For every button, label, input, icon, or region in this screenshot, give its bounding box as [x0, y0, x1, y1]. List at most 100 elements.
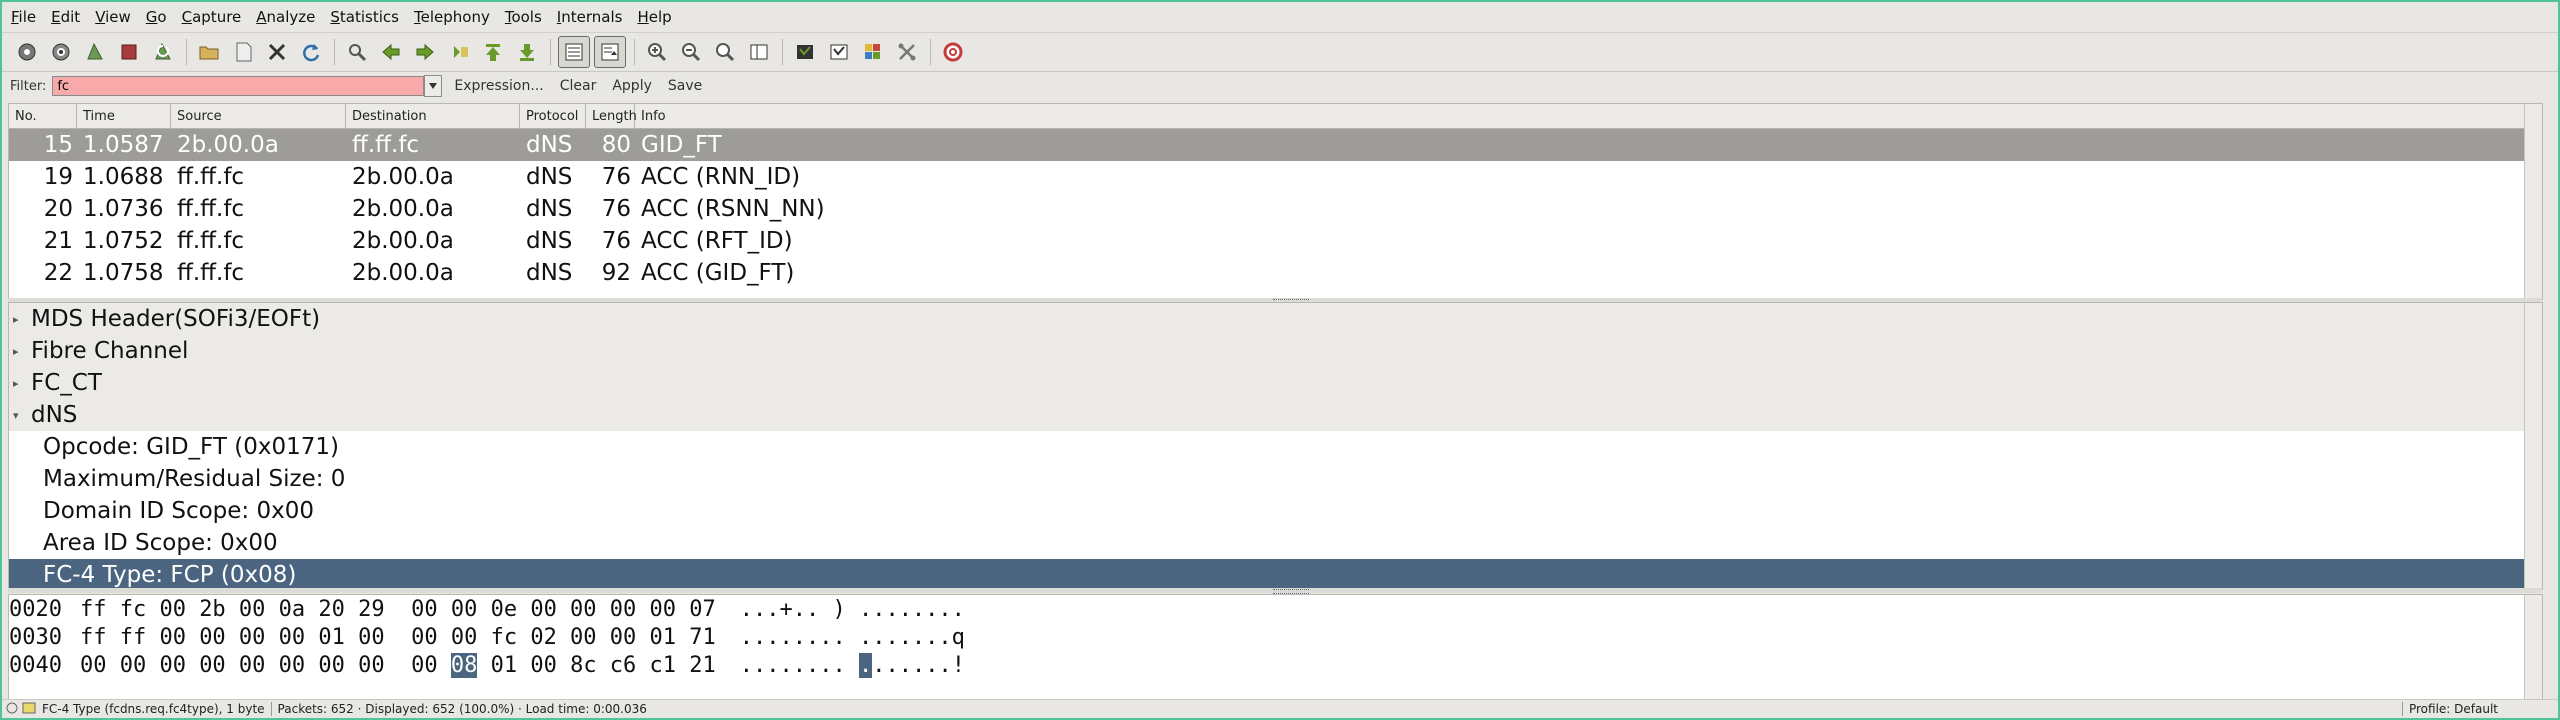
help-button[interactable] — [938, 37, 968, 67]
expression-button[interactable]: Expression... — [454, 78, 543, 94]
expert-info-icon[interactable] — [6, 702, 18, 717]
menu-view[interactable]: View — [92, 6, 134, 28]
column-header-length[interactable]: Length — [586, 104, 637, 128]
packet-row[interactable]: 15 1.0587 2b.00.0a ff.ff.fc dNS 80 GID_FT — [9, 129, 2542, 161]
hex-bytes: 00 00 00 00 00 00 00 00 00 — [79, 652, 451, 678]
tree-protocol-row[interactable]: ▾ dNS — [9, 399, 2542, 431]
save-filter-button[interactable]: Save — [668, 78, 702, 94]
tree-protocol-row[interactable]: ▸ MDS Header(SOFi3/EOFt) — [9, 303, 2542, 335]
zoom-in-icon — [648, 43, 667, 62]
find-packet-button[interactable] — [342, 37, 372, 67]
go-to-packet-button[interactable] — [444, 37, 474, 67]
restart-capture-button[interactable] — [148, 37, 178, 67]
menu-capture[interactable]: Capture — [179, 6, 245, 28]
tree-field-row[interactable]: Domain ID Scope: 0x00 — [9, 495, 2542, 527]
packet-list-pane[interactable]: No. Time Source Destination Protocol Length In… — [8, 103, 2543, 300]
menu-telephony[interactable]: Telephony — [411, 6, 493, 28]
capture-filters-button[interactable] — [790, 37, 820, 67]
resize-columns-icon — [750, 44, 768, 60]
packet-bytes-scrollbar[interactable] — [2524, 595, 2542, 699]
menu-help[interactable]: Help — [634, 6, 674, 28]
collapsed-arrow-icon[interactable]: ▸ — [9, 377, 31, 390]
packet-cell-proto: dNS — [526, 260, 573, 286]
column-header-protocol[interactable]: Protocol — [520, 104, 586, 128]
packet-cell-src: ff.ff.fc — [177, 228, 245, 254]
zoom-in-button[interactable] — [642, 37, 672, 67]
bytes-row[interactable]: 0020 ff fc 00 2b 00 0a 20 29 00 00 0e 00 … — [9, 595, 2542, 623]
reload-button[interactable] — [296, 37, 326, 67]
packet-cell-time: 1.0758 — [83, 260, 164, 286]
capture-options-button[interactable] — [46, 37, 76, 67]
tree-row-label: FC-4 Type: FCP (0x08) — [43, 562, 297, 588]
tree-protocol-row[interactable]: ▸ FC_CT — [9, 367, 2542, 399]
collapsed-arrow-icon[interactable]: ▸ — [9, 345, 31, 358]
menu-tools[interactable]: Tools — [502, 6, 545, 28]
tree-field-row[interactable]: Opcode: GID_FT (0x0171) — [9, 431, 2542, 463]
display-filter-input[interactable] — [52, 76, 425, 96]
stop-capture-button[interactable] — [114, 37, 144, 67]
packet-list-rows: 15 1.0587 2b.00.0a ff.ff.fc dNS 80 GID_FT 19 1.0… — [9, 129, 2542, 289]
save-file-button[interactable] — [228, 37, 258, 67]
column-header-info[interactable]: Info — [635, 104, 2542, 128]
apply-filter-button[interactable]: Apply — [612, 78, 652, 94]
capture-options-icon — [52, 43, 70, 61]
ascii-bytes: ........ — [739, 652, 859, 678]
packet-bytes-pane[interactable]: 0020 ff fc 00 2b 00 0a 20 29 00 00 0e 00 … — [8, 594, 2543, 700]
open-file-button[interactable] — [194, 37, 224, 67]
normal-size-button[interactable] — [710, 37, 740, 67]
zoom-out-button[interactable] — [676, 37, 706, 67]
clear-filter-button[interactable]: Clear — [560, 78, 597, 94]
menu-analyze[interactable]: Analyze — [253, 6, 318, 28]
column-header-destination[interactable]: Destination — [346, 104, 520, 128]
resize-columns-button[interactable] — [744, 37, 774, 67]
stop-capture-icon — [121, 44, 137, 60]
packet-row[interactable]: 19 1.0688 ff.ff.fc 2b.00.0a dNS 76 ACC (RNN_ID… — [9, 161, 2542, 193]
preferences-button[interactable] — [892, 37, 922, 67]
go-back-button[interactable] — [376, 37, 406, 67]
tree-protocol-row[interactable]: ▸ Fibre Channel — [9, 335, 2542, 367]
menu-file[interactable]: File — [8, 6, 39, 28]
tree-field-row[interactable]: FC-4 Type: FCP (0x08) — [9, 559, 2542, 589]
packet-row[interactable]: 21 1.0752 ff.ff.fc 2b.00.0a dNS 76 ACC (RFT_ID… — [9, 225, 2542, 257]
status-profile[interactable]: Profile: Default — [2409, 702, 2498, 716]
bytes-row[interactable]: 0040 00 00 00 00 00 00 00 00 00 08 01 00 … — [9, 651, 2542, 679]
tree-row-label: Domain ID Scope: 0x00 — [43, 498, 315, 524]
save-file-icon — [236, 42, 252, 62]
packet-row[interactable]: 22 1.0758 ff.ff.fc 2b.00.0a dNS 92 ACC (GID_FT… — [9, 257, 2542, 289]
packet-details-scrollbar[interactable] — [2524, 303, 2542, 589]
menu-statistics[interactable]: Statistics — [327, 6, 402, 28]
tree-field-row[interactable]: Maximum/Residual Size: 0 — [9, 463, 2542, 495]
column-header-source[interactable]: Source — [171, 104, 346, 128]
packet-row[interactable]: 20 1.0736 ff.ff.fc 2b.00.0a dNS 76 ACC (RSNN_N… — [9, 193, 2542, 225]
expanded-arrow-icon[interactable]: ▾ — [9, 409, 31, 422]
packet-cell-no: 21 — [43, 228, 73, 254]
go-last-button[interactable] — [512, 37, 542, 67]
menu-bar: File Edit View Go Capture Analyze Statistics Te… — [2, 2, 2558, 31]
go-first-button[interactable] — [478, 37, 508, 67]
collapsed-arrow-icon[interactable]: ▸ — [9, 313, 31, 326]
capture-comment-icon[interactable] — [22, 702, 36, 717]
autoscroll-button[interactable] — [594, 36, 626, 68]
column-header-no[interactable]: No. — [9, 104, 77, 128]
colorize-button[interactable] — [558, 36, 590, 68]
packet-list-scrollbar[interactable] — [2524, 104, 2542, 299]
pane-splitter-bottom[interactable] — [8, 588, 2541, 594]
menu-go[interactable]: Go — [143, 6, 170, 28]
display-filters-button[interactable] — [824, 37, 854, 67]
coloring-rules-button[interactable] — [858, 37, 888, 67]
tree-field-row[interactable]: Area ID Scope: 0x00 — [9, 527, 2542, 559]
filter-history-dropdown[interactable] — [424, 75, 443, 97]
go-forward-button[interactable] — [410, 37, 440, 67]
interfaces-button[interactable] — [12, 37, 42, 67]
menu-internals[interactable]: Internals — [554, 6, 626, 28]
column-header-time[interactable]: Time — [77, 104, 171, 128]
close-file-button[interactable] — [262, 37, 292, 67]
menu-edit[interactable]: Edit — [48, 6, 83, 28]
packet-details-pane[interactable]: ▸ MDS Header(SOFi3/EOFt) ▸ Fibre Channel ▸ FC… — [8, 302, 2543, 590]
ascii-bytes-highlight: . — [859, 652, 873, 678]
status-bar: FC-4 Type (fcdns.req.fc4type), 1 byte Pa… — [2, 699, 2558, 718]
start-capture-button[interactable] — [80, 37, 110, 67]
packet-cell-info: ACC (RNN_ID) — [641, 164, 801, 190]
packet-cell-src: 2b.00.0a — [177, 132, 279, 158]
bytes-row[interactable]: 0030 ff ff 00 00 00 00 01 00 00 00 fc 02 … — [9, 623, 2542, 651]
